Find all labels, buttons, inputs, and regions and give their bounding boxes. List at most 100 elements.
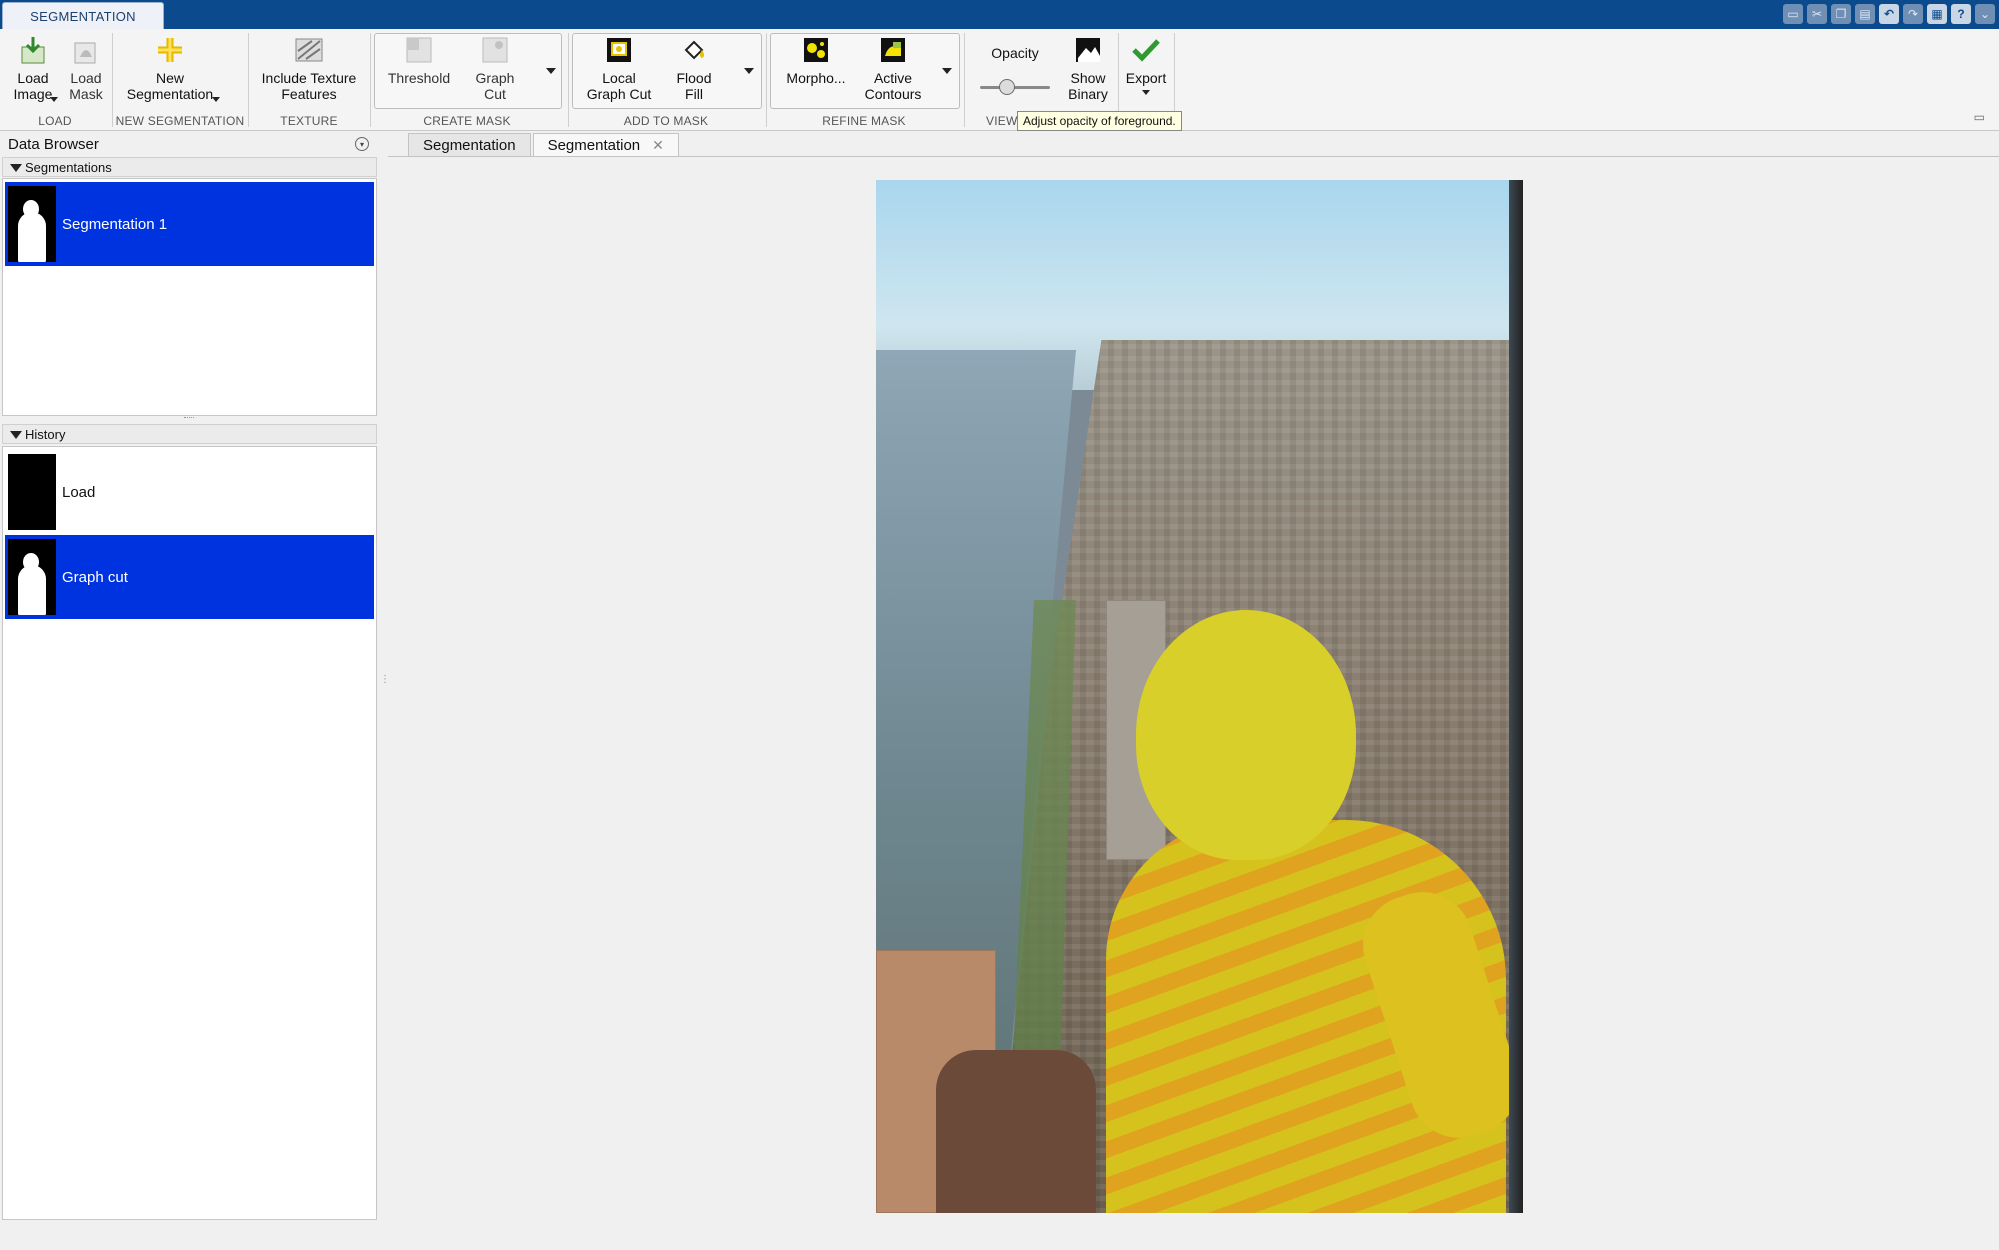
active-contours-button[interactable]: Active Contours [858,35,928,102]
options-icon[interactable]: ⌄ [1975,4,1995,24]
tab-segmentation[interactable]: SEGMENTATION [2,2,164,29]
segmentation-label: Segmentation 1 [62,215,168,233]
create-mask-more-button[interactable] [540,33,562,109]
history-section-header[interactable]: History [2,424,377,444]
show-binary-label: Show Binary [1068,70,1108,102]
add-to-mask-more-button[interactable] [738,33,760,109]
document-tab-active[interactable]: Segmentation ✕ [532,133,679,156]
mask-thumbnail [8,539,56,615]
group-label-load: LOAD [38,114,72,128]
load-image-label: Load Image [13,70,53,102]
history-item[interactable]: Load [5,450,374,534]
load-image-icon [18,35,48,65]
chevron-down-icon [942,68,952,74]
ribbon-divider [568,33,569,127]
data-browser-title: Data Browser [8,135,99,153]
ribbon-divider [766,33,767,127]
local-graph-cut-icon [604,35,634,65]
group-label-view: VIEW [986,114,1018,128]
local-graph-cut-label: Local Graph Cut [586,70,652,102]
ribbon-divider [964,33,965,127]
tab-divider [388,156,1999,157]
collapse-triangle-icon [10,431,22,439]
new-segmentation-dropdown-icon[interactable] [212,97,220,102]
morphology-label: Morpho... [786,70,846,86]
data-browser-header: Data Browser ▾ [2,133,377,155]
load-mask-label: Load Mask [69,70,103,102]
segmentations-section-header[interactable]: Segmentations [2,157,377,177]
data-browser-options-icon[interactable]: ▾ [355,137,369,151]
graph-cut-icon [480,35,510,65]
history-label: Graph cut [62,568,128,586]
include-texture-features-label: Include Texture Features [261,70,357,102]
copy-icon[interactable]: ❐ [1831,4,1851,24]
history-item[interactable]: Graph cut [5,535,374,619]
group-label-refine-mask: REFINE MASK [822,114,906,128]
collapse-toolstrip-icon[interactable]: ▭ [1974,110,1985,124]
group-label-texture: TEXTURE [280,114,338,128]
morphology-icon [801,35,831,65]
redo-icon[interactable]: ↷ [1903,4,1923,24]
save-icon[interactable]: ▭ [1783,4,1803,24]
image-window-frame [1509,180,1523,1213]
cut-icon[interactable]: ✂ [1807,4,1827,24]
collapse-triangle-icon [10,164,22,172]
plus-icon [155,35,185,65]
opacity-slider-thumb[interactable] [999,79,1015,95]
title-bar: SEGMENTATION ▭ ✂ ❐ ▤ ↶ ↷ ▦ ? ⌄ [0,0,1999,29]
mask-thumbnail [8,454,56,530]
active-contours-icon [878,35,908,65]
include-texture-features-button[interactable]: Include Texture Features [254,35,364,102]
threshold-button[interactable]: Threshold [382,35,456,86]
segmentation-item[interactable]: Segmentation 1 [5,182,374,266]
opacity-label: Opacity [991,45,1039,61]
group-label-new-segmentation: NEW SEGMENTATION [115,114,245,128]
threshold-label: Threshold [387,70,451,86]
opacity-tooltip: Adjust opacity of foreground. [1017,111,1182,131]
panel-splitter[interactable] [184,417,194,420]
segmentations-panel: Segmentation 1 [2,178,377,416]
help-icon[interactable]: ? [1951,4,1971,24]
document-tabs: Segmentation Segmentation ✕ [388,133,681,156]
show-binary-button[interactable]: Show Binary [1062,35,1114,102]
document-tab[interactable]: Segmentation [408,133,531,156]
group-label-create-mask: CREATE MASK [423,114,511,128]
undo-icon[interactable]: ↶ [1879,4,1899,24]
morphology-button[interactable]: Morpho... [776,35,856,86]
flood-fill-label: Flood Fill [676,70,712,102]
flood-fill-button[interactable]: Flood Fill [664,35,724,102]
vertical-splitter[interactable]: ⋮ [380,674,390,685]
export-button[interactable]: Export [1122,35,1170,95]
new-segmentation-button[interactable]: New Segmentation [118,35,222,102]
history-panel: Load Graph cut [2,446,377,1220]
new-segmentation-label: New Segmentation [126,70,214,102]
load-mask-icon [71,35,101,65]
local-graph-cut-button[interactable]: Local Graph Cut [578,35,660,102]
load-mask-button[interactable]: Load Mask [64,35,108,102]
ribbon-toolstrip: Load Image Load Mask LOAD New Segmentati… [0,29,1999,131]
ribbon-divider [112,33,113,127]
export-dropdown-icon [1142,90,1150,95]
chevron-down-icon [546,68,556,74]
graph-cut-button[interactable]: Graph Cut [462,35,528,102]
graph-cut-label: Graph Cut [475,70,515,102]
load-image-dropdown-icon[interactable] [50,97,58,102]
refine-mask-more-button[interactable] [936,33,958,109]
paste-icon[interactable]: ▤ [1855,4,1875,24]
threshold-icon [404,35,434,65]
close-tab-icon[interactable]: ✕ [652,137,664,154]
paint-bucket-icon [679,35,709,65]
ribbon-divider [370,33,371,127]
active-contours-label: Active Contours [864,70,922,102]
load-image-button[interactable]: Load Image [8,35,58,102]
switch-windows-icon[interactable]: ▦ [1927,4,1947,24]
chevron-down-icon [744,68,754,74]
mask-thumbnail [8,186,56,262]
export-label: Export [1125,70,1167,86]
image-canvas[interactable] [876,180,1523,1213]
group-label-add-to-mask: ADD TO MASK [623,114,709,128]
ribbon-divider [248,33,249,127]
checkmark-icon [1131,35,1161,65]
texture-icon [294,35,324,65]
opacity-slider-track[interactable] [980,86,1050,89]
